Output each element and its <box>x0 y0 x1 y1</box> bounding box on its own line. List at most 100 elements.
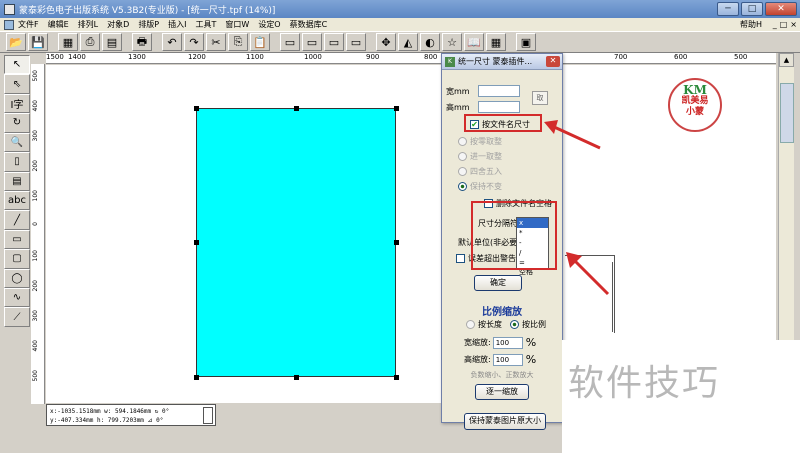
fetch-button[interactable]: 取 <box>532 91 548 105</box>
node-arrow-icon[interactable]: ⇖ <box>4 74 30 94</box>
ruler-label: 400 <box>32 340 39 352</box>
rectangle-icon[interactable]: ▭ <box>4 229 30 250</box>
mdi-close[interactable]: × <box>790 20 797 29</box>
abc-text-icon[interactable]: abc <box>4 190 30 211</box>
text-tool-icon[interactable]: I字 <box>4 93 30 114</box>
resize-handle[interactable] <box>194 106 199 111</box>
print-preview-icon[interactable]: ⎙ <box>80 33 100 51</box>
ellipse-icon[interactable]: ◯ <box>4 268 30 289</box>
minimize-button[interactable]: ─ <box>717 2 739 16</box>
menu-file[interactable]: 文件F <box>18 19 39 30</box>
close-button[interactable]: ✕ <box>765 2 797 16</box>
height-scale-label: 高缩放: <box>464 355 491 364</box>
export-icon[interactable]: ▤ <box>102 33 122 51</box>
scroll-up-icon[interactable]: ▲ <box>779 53 794 67</box>
menu-arrange[interactable]: 排列L <box>78 19 98 30</box>
rounded-rect-icon[interactable]: ▢ <box>4 249 30 269</box>
menu-insert[interactable]: 插入I <box>168 19 186 30</box>
layout-icon-4[interactable]: ▭ <box>346 33 366 51</box>
color-icon[interactable]: ◭ <box>398 33 418 51</box>
width-scale-input[interactable]: 100 <box>492 336 523 349</box>
rotate-icon[interactable]: ↻ <box>4 113 30 133</box>
resize-handle[interactable] <box>194 240 199 245</box>
paste-icon[interactable]: 📋 <box>250 33 270 51</box>
mdi-restore[interactable]: □ <box>780 20 788 29</box>
layout-icon-2[interactable]: ▭ <box>302 33 322 51</box>
save-icon[interactable]: 💾 <box>28 33 48 51</box>
by-ratio-label: 按比例 <box>522 320 546 329</box>
keep-original-size-button[interactable]: 保持蒙泰图片原大小 <box>464 413 546 430</box>
ruler-label: 500 <box>734 53 748 61</box>
radio-round-zero[interactable] <box>458 137 467 146</box>
width-input[interactable] <box>477 85 520 97</box>
coordinates-panel: x:-1035.1518mm w: 594.1846mm ↻ 0° y:-407… <box>46 404 216 426</box>
dialog-close-icon[interactable]: ✕ <box>546 56 560 67</box>
radio-round-half[interactable] <box>458 167 467 176</box>
menu-settings[interactable]: 设定O <box>258 19 280 30</box>
menu-object[interactable]: 对象D <box>107 19 129 30</box>
plugin-icon[interactable]: ▣ <box>516 33 536 51</box>
resize-handle[interactable] <box>194 375 199 380</box>
polyline-icon[interactable]: ⟋ <box>4 307 30 327</box>
logo-text-1: 凯美易 <box>681 96 709 106</box>
menu-database[interactable]: 蔡数据库C <box>290 19 328 30</box>
print-icon[interactable]: 🖶 <box>132 33 152 51</box>
menu-window[interactable]: 窗口W <box>225 19 249 30</box>
resize-handle[interactable] <box>394 375 399 380</box>
resize-handle[interactable] <box>394 106 399 111</box>
table-icon[interactable]: ▤ <box>4 171 30 191</box>
toolbar: 📂 💾 ▦ ⎙ ▤ 🖶 ↶ ↷ ✂ ⎘ 📋 ▭ ▭ ▭ ▭ ✥ ◭ ◐ ☆ 📖 … <box>0 31 800 53</box>
page-icon[interactable]: ▯ <box>4 152 30 172</box>
radio-by-length[interactable] <box>466 320 475 329</box>
resize-handle[interactable] <box>294 106 299 111</box>
curve-icon[interactable]: ∿ <box>4 288 30 308</box>
menu-layout[interactable]: 排版P <box>138 19 159 30</box>
top-ruler: 1500 1400 1300 1200 1100 1000 900 800 70… <box>46 53 776 64</box>
radio-row: 按零取整 <box>458 136 502 147</box>
maximize-button[interactable]: □ <box>741 2 763 16</box>
cyan-page-object[interactable] <box>196 108 396 377</box>
open-folder-icon[interactable]: 📂 <box>6 33 26 51</box>
move-icon[interactable]: ✥ <box>376 33 396 51</box>
mdi-minimize[interactable]: _ <box>773 20 777 29</box>
ruler-label: 1400 <box>68 53 86 61</box>
resize-handle[interactable] <box>394 240 399 245</box>
layout-icon-1[interactable]: ▭ <box>280 33 300 51</box>
resize-handle[interactable] <box>294 375 299 380</box>
annotation-arrows <box>544 120 610 296</box>
radio-by-ratio[interactable] <box>510 320 519 329</box>
line-icon[interactable]: ╱ <box>4 210 30 230</box>
menu-tools[interactable]: 工具T <box>196 19 217 30</box>
menu-help[interactable]: 帮助H <box>740 19 762 30</box>
ruler-label: 1500 <box>46 53 64 61</box>
by-length-label: 按长度 <box>478 320 502 329</box>
undo-icon[interactable]: ↶ <box>162 33 182 51</box>
select-arrow-icon[interactable]: ↖ <box>4 55 30 75</box>
ruler-label: 1200 <box>188 53 206 61</box>
grid-icon[interactable]: ▦ <box>486 33 506 51</box>
star-icon[interactable]: ☆ <box>442 33 462 51</box>
height-scale-input[interactable]: 100 <box>492 353 523 366</box>
ruler-label: 100 <box>32 190 39 202</box>
anchor-selector[interactable] <box>203 407 213 424</box>
cut-icon[interactable]: ✂ <box>206 33 226 51</box>
radio-keep[interactable] <box>458 182 467 191</box>
radio-round-up[interactable] <box>458 152 467 161</box>
arrow-line-bottom <box>572 258 610 296</box>
scroll-thumb[interactable] <box>780 83 794 143</box>
book-icon[interactable]: 📖 <box>464 33 484 51</box>
height-scale-row: 高缩放: 100 % <box>464 353 536 366</box>
width-scale-row: 宽缩放: 100 % <box>464 336 536 349</box>
layout-icon-3[interactable]: ▭ <box>324 33 344 51</box>
image-icon[interactable]: ▦ <box>58 33 78 51</box>
copy-icon[interactable]: ⎘ <box>228 33 248 51</box>
redo-icon[interactable]: ↷ <box>184 33 204 51</box>
menu-edit[interactable]: 编辑E <box>48 19 69 30</box>
error-checkbox[interactable] <box>456 254 465 263</box>
palette-icon[interactable]: ◐ <box>420 33 440 51</box>
radio-label: 保持不变 <box>470 182 502 191</box>
zoom-icon[interactable]: 🔍 <box>4 132 30 153</box>
confirm-button[interactable]: 确定 <box>474 275 522 291</box>
height-input[interactable] <box>477 101 520 113</box>
scale-each-button[interactable]: 逐一缩放 <box>475 384 529 400</box>
